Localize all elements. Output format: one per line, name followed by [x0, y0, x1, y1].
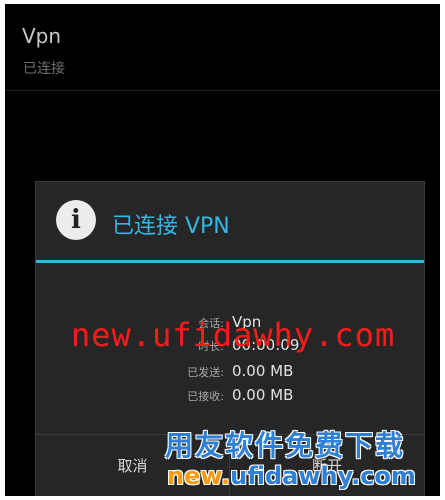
list-divider: [5, 90, 440, 91]
watermark-cn-text: 用友软件免费下载: [165, 429, 406, 462]
watermark-url-prefix: new.: [167, 462, 231, 490]
sent-label: 已发送:: [187, 366, 224, 379]
watermark-url-suffix: ufidawhy.com: [230, 462, 416, 490]
dialog-title-divider: [36, 260, 424, 263]
received-row: 已接收: 0.00 MB: [36, 386, 424, 408]
vpn-list-item[interactable]: Vpn 已连接: [5, 4, 440, 89]
watermark-url-red: new.ufidawhy.com: [71, 316, 396, 354]
info-icon: i: [56, 200, 96, 240]
sent-row: 已发送: 0.00 MB: [36, 362, 424, 384]
sent-value: 0.00 MB: [232, 362, 294, 380]
vpn-status: 已连接: [23, 61, 65, 77]
received-value: 0.00 MB: [232, 386, 294, 404]
watermark-url: new.ufidawhy.com: [167, 462, 416, 490]
dialog-header: i 已连接 VPN: [36, 182, 424, 260]
vpn-name: Vpn: [22, 24, 62, 48]
dialog-title: 已连接 VPN: [112, 214, 230, 239]
received-label: 已接收:: [187, 390, 224, 403]
vpn-screen: Vpn 已连接 i 已连接 VPN 会话: Vpn 时长: 00:00:09 已…: [5, 4, 440, 496]
